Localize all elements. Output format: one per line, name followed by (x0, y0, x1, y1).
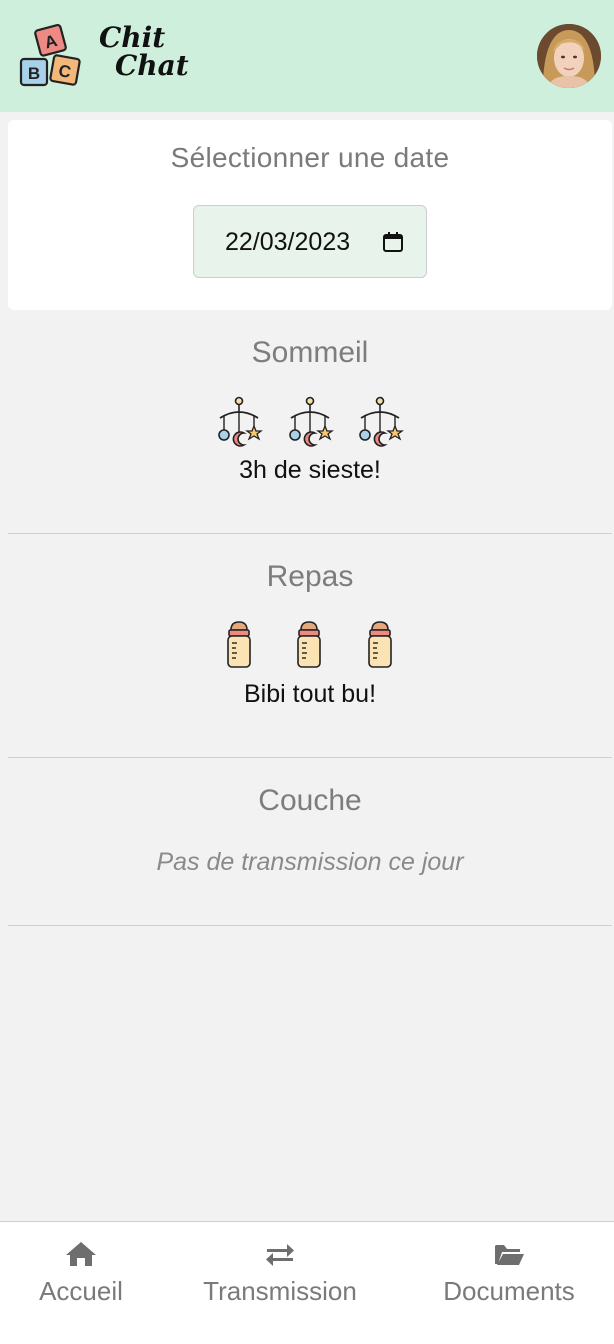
nav-label-transmission: Transmission (203, 1276, 357, 1306)
nav-item-documents[interactable]: Documents (425, 1222, 593, 1344)
nav-label-accueil: Accueil (39, 1276, 123, 1306)
app-logo-text[interactable]: Chit Chat (99, 24, 189, 80)
section-title-sommeil: Sommeil (251, 336, 369, 369)
baby-mobile-icon (289, 396, 334, 447)
user-avatar[interactable] (537, 24, 601, 88)
logo-line-1: Chit (99, 21, 166, 54)
app-header: A B C Chit Chat (0, 0, 614, 112)
date-input[interactable]: 22/03/2023 (193, 205, 427, 278)
baby-bottle-icon (368, 621, 392, 668)
swap-arrows-icon (266, 1244, 294, 1266)
logo-line-2: Chat (115, 49, 189, 82)
baby-mobile-icon (218, 396, 263, 447)
section-title-couche: Couche (258, 784, 362, 817)
baby-bottle-icon (297, 621, 321, 668)
section-text-sommeil: 3h de sieste! (239, 456, 381, 484)
meal-icons-row (8, 620, 612, 676)
folder-open-icon (495, 1245, 524, 1265)
baby-mobile-icon (359, 396, 404, 447)
section-repas: Repas Bibi tout bu! (8, 534, 612, 758)
date-selector-card: Sélectionner une date 22/03/2023 (8, 120, 612, 310)
section-sommeil: Sommeil 3h de sieste! (8, 310, 612, 534)
baby-bottle-icon (227, 621, 251, 668)
calendar-icon[interactable] (382, 231, 404, 253)
sleep-icons-row (8, 396, 612, 452)
section-text-repas: Bibi tout bu! (243, 680, 377, 708)
date-selector-title: Sélectionner une date (170, 142, 450, 173)
section-couche: Couche Pas de transmission ce jour (8, 758, 612, 926)
abc-blocks-logo-icon: A B C (19, 23, 81, 87)
section-note-couche: Pas de transmission ce jour (156, 848, 464, 876)
svg-text:B: B (28, 64, 40, 83)
nav-label-documents: Documents (443, 1276, 575, 1306)
user-avatar-photo-icon (537, 24, 601, 88)
date-value: 22/03/2023 (225, 228, 351, 256)
section-title-repas: Repas (266, 560, 354, 593)
nav-item-accueil[interactable]: Accueil (14, 1222, 148, 1344)
home-icon (66, 1242, 96, 1266)
bottom-navigation: Accueil Transmission Documents (0, 1221, 614, 1344)
nav-item-transmission[interactable]: Transmission (190, 1222, 370, 1344)
